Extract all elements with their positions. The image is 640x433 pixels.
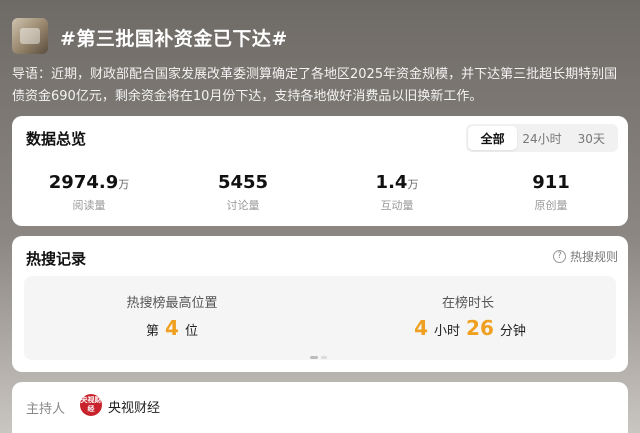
- peak-rank: 热搜榜最高位置 第 4 位: [24, 276, 320, 360]
- host-label: 主持人: [26, 402, 66, 417]
- carousel-dot[interactable]: [321, 356, 327, 359]
- hot-search-card: 热搜记录 ? 热搜规则 热搜榜最高位置 第 4 位 在榜时长 4 小时 26 分…: [12, 236, 628, 372]
- stat-unit: 万: [407, 178, 419, 191]
- stat-label: 互动量: [380, 199, 414, 212]
- host-card: 主持人 央视财经 央视财经: [12, 382, 628, 433]
- minutes-unit: 分钟: [499, 324, 526, 339]
- stat-value: 1.4: [375, 172, 408, 193]
- tab-24h[interactable]: 24小时: [517, 126, 566, 150]
- stat-label: 讨论量: [226, 199, 260, 212]
- rules-label: 热搜规则: [569, 250, 618, 264]
- duration-value: 4 小时 26 分钟: [320, 316, 616, 340]
- duration-hours: 4: [414, 316, 429, 340]
- stat-value: 5455: [217, 172, 269, 193]
- stat-discussions: 5455 讨论量: [166, 172, 320, 213]
- topic-header: #第三批国补资金已下达#: [12, 18, 628, 58]
- hours-unit: 小时: [434, 324, 461, 339]
- question-circle-icon: ?: [552, 250, 566, 263]
- tab-all[interactable]: 全部: [468, 126, 518, 150]
- peak-rank-label: 热搜榜最高位置: [126, 296, 218, 311]
- stat-reads: 2974.9万 阅读量: [12, 172, 166, 213]
- peak-number: 4: [165, 316, 179, 340]
- tab-30d[interactable]: 30天: [567, 126, 616, 150]
- stat-interactions: 1.4万 互动量: [320, 172, 474, 213]
- stats-row: 2974.9万 阅读量 5455 讨论量 1.4万 互动量 911 原创量: [12, 172, 628, 213]
- carousel-dots: [310, 356, 327, 359]
- duration-minutes: 26: [466, 316, 494, 340]
- peak-suffix: 位: [184, 324, 198, 339]
- stat-value: 2974.9: [48, 172, 119, 193]
- host-name[interactable]: 央视财经: [108, 397, 160, 416]
- hot-search-stats: 热搜榜最高位置 第 4 位 在榜时长 4 小时 26 分钟: [24, 276, 616, 360]
- hot-search-rules-link[interactable]: ? 热搜规则: [552, 248, 618, 265]
- duration-label: 在榜时长: [441, 296, 494, 311]
- hot-search-title: 热搜记录: [26, 250, 87, 268]
- overview-title: 数据总览: [26, 130, 87, 148]
- stat-unit: 万: [118, 178, 130, 191]
- host-avatar[interactable]: 央视财经: [80, 394, 102, 416]
- topic-intro: 导语：近期，财政部配合国家发展改革委测算确定了各地区2025年资金规模，并下达第…: [12, 67, 618, 104]
- stat-value: 911: [532, 172, 570, 193]
- stat-label: 原创量: [534, 199, 568, 212]
- peak-rank-value: 第 4 位: [24, 316, 320, 340]
- time-range-tabs: 全部 24小时 30天: [466, 124, 618, 152]
- stat-label: 阅读量: [72, 199, 106, 212]
- peak-prefix: 第: [146, 324, 160, 339]
- overview-card: 数据总览 全部 24小时 30天 2974.9万 阅读量 5455 讨论量 1.…: [12, 116, 628, 226]
- topic-title: #第三批国补资金已下达#: [60, 28, 288, 50]
- stat-originals: 911 原创量: [474, 172, 628, 213]
- carousel-dot[interactable]: [310, 356, 318, 359]
- topic-thumbnail: [12, 18, 48, 54]
- duration: 在榜时长 4 小时 26 分钟: [320, 276, 616, 360]
